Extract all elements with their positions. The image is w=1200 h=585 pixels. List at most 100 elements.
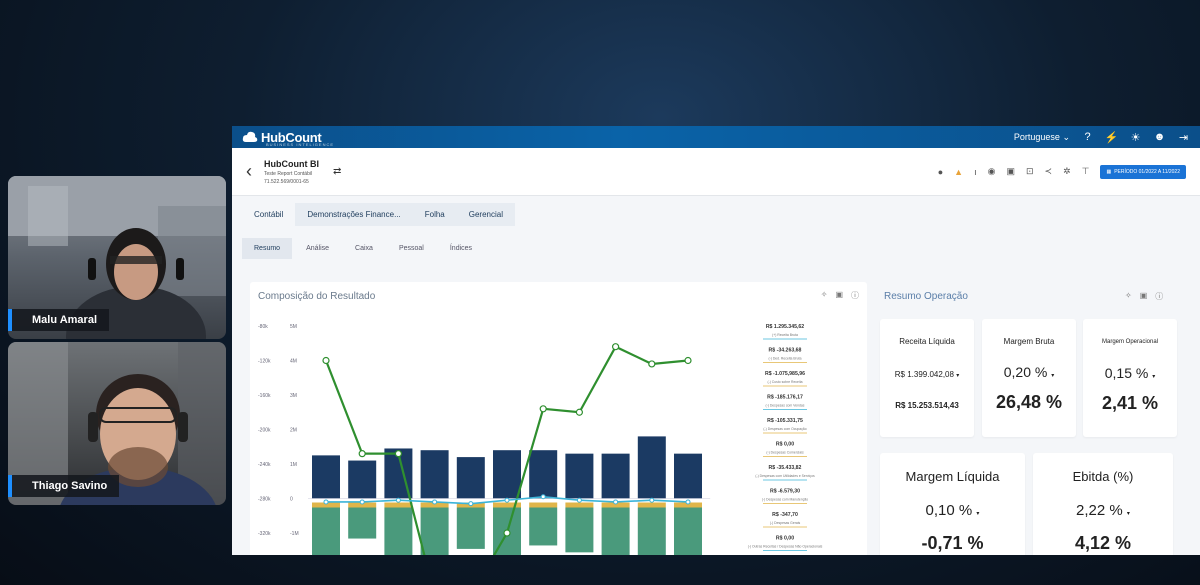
switch-company-icon[interactable]: ⇄ (333, 166, 341, 177)
pin-icon[interactable]: ✧ (1125, 291, 1132, 302)
y-left-tick: -280k (258, 497, 271, 503)
cloud-icon (242, 131, 258, 142)
waterfall-value: R$ -35.433,82 (769, 465, 802, 471)
waterfall-value: R$ 1.295.345,62 (766, 324, 804, 330)
kpi-label: Margem Operacional (1101, 339, 1159, 345)
line-point-cyan (685, 499, 691, 505)
bar-strip-yellow (637, 502, 666, 508)
waterfall-desc: (-) Despesas Comerciais (766, 451, 804, 455)
settings-icon[interactable]: ✲ (1063, 166, 1071, 177)
kpi-receita-liquida: Receita Líquida R$ 1.399.042,08 ▾ R$ 15.… (880, 319, 974, 437)
tab-indices[interactable]: Índices (438, 238, 484, 259)
line-point-green (612, 343, 620, 351)
waterfall-desc: (-) Despesas com Utilidades e Serviços (755, 474, 815, 478)
line-point-cyan (359, 499, 365, 505)
help-icon[interactable]: ? (1081, 131, 1094, 144)
expand-icon[interactable]: ⊡ (1026, 166, 1034, 177)
kpi-margem-operacional: Margem Operacional 0,15 % ▾ 2,41 % (1083, 319, 1177, 437)
bar-negative (565, 507, 594, 553)
tab-resumo[interactable]: Resumo (242, 238, 293, 259)
line-point-cyan (540, 494, 546, 500)
waterfall-value: R$ -34.263,68 (769, 348, 802, 354)
logout-icon[interactable]: ⇥ (1177, 131, 1190, 144)
kpi-value-total: 4,12 % (1074, 533, 1132, 553)
tab-demonstracoes[interactable]: Demonstrações Finance... (295, 203, 412, 226)
line-point-cyan (468, 501, 474, 507)
kpi-value-month: 0,15 % ▾ (1104, 365, 1156, 381)
y-left-tick: -240k (258, 462, 271, 468)
filter-icon[interactable]: ⊤ (1082, 166, 1090, 177)
lightbulb-icon[interactable]: ☀ (1129, 131, 1142, 144)
waterfall-value: R$ -185.176,17 (767, 395, 803, 401)
bar-positive (601, 453, 630, 499)
waterfall-value: R$ -1.075,985,96 (765, 371, 805, 377)
tab-analise[interactable]: Análise (294, 238, 341, 259)
bar-positive (674, 453, 702, 499)
line-point-green (648, 360, 656, 368)
image-icon[interactable]: ▣ (1006, 166, 1015, 177)
bar-positive (348, 460, 377, 499)
language-select[interactable]: Portuguese ⌄ (1014, 132, 1070, 143)
users-icon[interactable]: ☻ (1153, 131, 1166, 144)
bar-strip-yellow (565, 502, 594, 508)
line-point-green (503, 529, 511, 537)
lightning-icon[interactable]: ⚡ (1105, 131, 1119, 144)
bar-strip-yellow (384, 502, 413, 508)
y-right-tick: 0 (290, 497, 293, 503)
bar-negative (384, 507, 413, 555)
line-point-green (394, 450, 402, 458)
line-point-cyan (432, 499, 438, 505)
bar-negative (348, 507, 377, 539)
kpi-value-total: 26,48 % (995, 392, 1063, 412)
tab-contabil[interactable]: Contábil (242, 203, 296, 226)
chart-title: Composição do Resultado (258, 291, 376, 302)
pin-icon[interactable]: ● (938, 167, 943, 177)
calendar-icon: ▦ (1106, 168, 1112, 175)
line-point-cyan (649, 497, 655, 503)
top-bar: HubCount BUSINESS INTELIGENCE Portuguese… (232, 126, 1200, 148)
line-point-green (358, 450, 366, 458)
y-right-tick: 4M (290, 359, 297, 365)
bar-positive (565, 453, 594, 499)
kpi-value-total: R$ 15.253.514,43 (895, 401, 959, 410)
waterfall-desc: (-) Despesas com Manutenção (762, 498, 808, 502)
tab-folha[interactable]: Folha (413, 203, 457, 226)
warning-icon[interactable]: ▲ (954, 167, 963, 177)
back-arrow-icon[interactable]: ‹ (246, 161, 252, 182)
composicao-chart: -80k -120k -160k -200k -240k -280k -320k 5M 4M 3M… (258, 324, 823, 555)
info-icon[interactable]: ⓘ (1155, 291, 1163, 302)
kpi-ebitda: Ebitda (%) 2,22 % ▾ 4,12 % (1033, 453, 1173, 555)
video-tile-malu: Malu Amaral (8, 176, 226, 339)
kpi-value-month: 2,22 % ▾ (1076, 502, 1130, 519)
name-tag: Thiago Savino (8, 475, 120, 497)
image-icon[interactable]: ▣ (1140, 291, 1148, 302)
info-icon[interactable]: ⓘ (851, 290, 859, 301)
image-icon[interactable]: ▣ (835, 290, 843, 301)
primary-tabs: Contábil Demonstrações Finance... Folha … (242, 203, 515, 226)
page-header: ‹ HubCount BI Teste Report Contábil 71.5… (232, 148, 1200, 196)
share-icon[interactable]: ≺ (1045, 166, 1053, 177)
waterfall-desc: (-) Despesas com Ocupação (763, 427, 806, 431)
bar-negative (601, 507, 630, 555)
waterfall-desc: (-) Despesas Gerais (770, 521, 801, 525)
thumbtack-icon[interactable]: ı (974, 167, 977, 177)
y-left-tick: -320k (258, 531, 271, 537)
y-left-tick: -200k (258, 428, 271, 434)
tab-gerencial[interactable]: Gerencial (457, 203, 515, 226)
eye-icon[interactable]: ◉ (988, 166, 996, 177)
waterfall-value: R$ -6.579,30 (770, 489, 800, 495)
line-point-cyan (323, 499, 329, 505)
line-point-green (322, 356, 330, 365)
tab-pessoal[interactable]: Pessoal (387, 238, 436, 259)
waterfall-desc: (-) Despesas com Vendas (765, 404, 804, 408)
pin-icon[interactable]: ✧ (821, 290, 828, 301)
period-button[interactable]: ▦ PERÍODO 01/2022 A 11/2022 (1100, 164, 1186, 179)
kpi-label: Receita Líquida (899, 337, 955, 346)
tab-caixa[interactable]: Caixa (343, 238, 385, 259)
waterfall-value: R$ -347,70 (772, 512, 798, 518)
bar-negative (420, 507, 449, 555)
y-right-tick: 1M (290, 462, 297, 468)
bar-negative (674, 507, 702, 555)
resumo-title: Resumo Operação (884, 291, 968, 302)
composicao-panel: Composição do Resultado ✧ ▣ ⓘ -80k -120k -… (250, 282, 867, 555)
